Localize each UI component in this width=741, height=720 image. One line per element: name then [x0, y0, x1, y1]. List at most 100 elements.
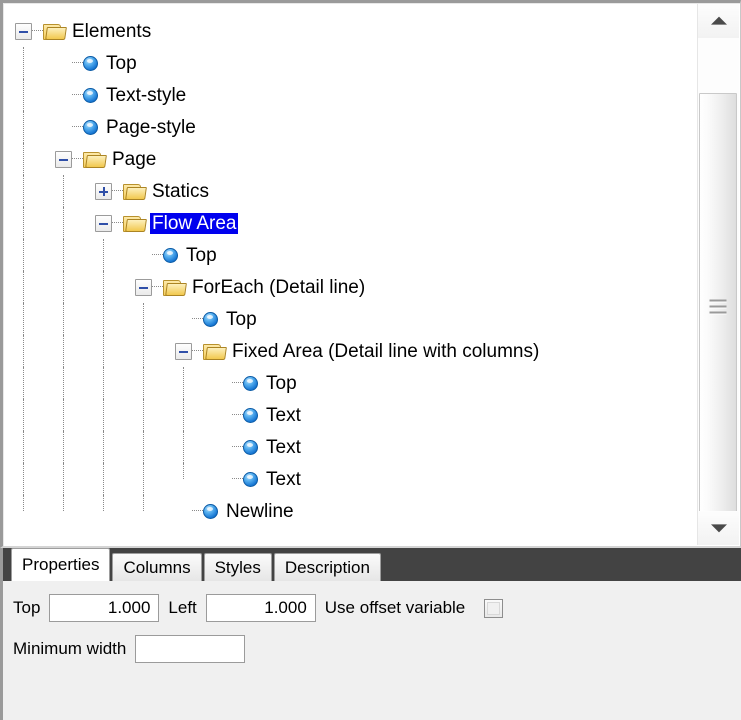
tree-guide-line	[63, 271, 65, 303]
scroll-down-button[interactable]	[698, 511, 739, 545]
tree-node-label: Top	[186, 244, 217, 266]
use-offset-variable-label: Use offset variable	[324, 598, 466, 617]
tree-node[interactable]: Page-style	[3, 111, 696, 143]
tree-node-label: Page	[112, 148, 157, 170]
tab-properties[interactable]: Properties	[11, 548, 111, 581]
tree-guide-line	[143, 431, 145, 463]
tree-node-label: Page-style	[106, 116, 196, 138]
tree-node[interactable]: Statics	[3, 175, 696, 207]
blue-sphere-icon	[163, 247, 178, 263]
tree-guide-line	[143, 399, 145, 431]
expand-node-icon[interactable]	[95, 182, 112, 200]
tree-node-list: Elements Top Text-style Page-style Page Stati…	[3, 3, 696, 527]
tree-guide-line	[23, 111, 25, 143]
tree-guide-line	[103, 431, 105, 463]
blue-sphere-icon	[243, 375, 258, 391]
tab-label: Properties	[22, 555, 100, 574]
tree-guide-line	[23, 303, 25, 335]
tree-guide-line	[23, 367, 25, 399]
tree-guide-line	[23, 47, 25, 79]
tree-guide-line	[103, 271, 105, 303]
tree-connector-line	[152, 286, 163, 288]
tab-columns[interactable]: Columns	[112, 553, 202, 581]
tree-guide-line	[63, 207, 65, 239]
tree-node[interactable]: Text	[3, 399, 696, 431]
tree-guide-line	[23, 399, 25, 431]
tree-connector-line	[232, 446, 243, 448]
left-input[interactable]: 1.000	[205, 594, 316, 622]
tree-node-label: Elements	[72, 20, 152, 42]
tree-node-label: Top	[106, 52, 137, 74]
tree-guide-line	[143, 495, 145, 511]
tree-guide-line	[103, 303, 105, 335]
left-label: Left	[168, 598, 197, 617]
tree-guide-line	[103, 335, 105, 367]
report-designer-window: Elements Top Text-style Page-style Page Stati…	[0, 0, 741, 720]
tree-node-label: Fixed Area (Detail line with columns)	[232, 340, 540, 362]
use-offset-variable-checkbox[interactable]	[484, 598, 504, 618]
collapse-node-icon[interactable]	[15, 22, 32, 40]
tree-node[interactable]: Top	[3, 367, 696, 399]
tree-guide-line	[63, 175, 65, 207]
tree-node-label: ForEach (Detail line)	[192, 276, 366, 298]
tab-styles[interactable]: Styles	[203, 553, 272, 581]
collapse-node-icon[interactable]	[175, 342, 192, 360]
collapse-node-icon[interactable]	[55, 150, 72, 168]
minimum-width-label: Minimum width	[13, 639, 127, 658]
tree-node[interactable]: Fixed Area (Detail line with columns)	[3, 335, 696, 367]
tree-vertical-scrollbar[interactable]	[697, 4, 739, 545]
tree-guide-line	[103, 495, 105, 511]
tree-guide-line	[103, 367, 105, 399]
tree-node-label: Text-style	[106, 84, 187, 106]
properties-pane: Properties Columns Styles Description Top 1…	[0, 548, 741, 720]
tree-guide-line	[143, 367, 145, 399]
scrollbar-thumb[interactable]	[699, 93, 737, 521]
tree-node[interactable]: Text	[3, 463, 696, 495]
tree-connector-line	[32, 30, 43, 32]
tree-guide-line	[103, 463, 105, 495]
tree-guide-line	[183, 399, 185, 431]
scroll-up-button[interactable]	[698, 4, 739, 38]
tree-guide-line	[63, 463, 65, 495]
tree-node[interactable]: Newline	[3, 495, 696, 527]
tree-guide-line	[143, 463, 145, 495]
tree-guide-line	[103, 399, 105, 431]
tree-node[interactable]: Page	[3, 143, 696, 175]
tree-guide-line	[103, 239, 105, 271]
tree-guide-line	[23, 239, 25, 271]
minimum-width-input[interactable]	[135, 635, 246, 663]
tree-node[interactable]: Text-style	[3, 79, 696, 111]
tree-guide-line	[63, 495, 65, 511]
tree-guide-line	[23, 79, 25, 111]
tree-scroll-viewport: Elements Top Text-style Page-style Page Stati…	[3, 3, 696, 546]
tree-node[interactable]: ForEach (Detail line)	[3, 271, 696, 303]
tree-node[interactable]: Top	[3, 47, 696, 79]
collapse-node-icon[interactable]	[95, 214, 112, 232]
tree-node[interactable]: Flow Area	[3, 207, 696, 239]
tree-node[interactable]: Top	[3, 303, 696, 335]
tree-node[interactable]: Elements	[3, 15, 696, 47]
top-input[interactable]: 1.000	[49, 594, 160, 622]
tree-guide-line	[23, 175, 25, 207]
tree-connector-line	[232, 478, 243, 480]
tree-node[interactable]: Text	[3, 431, 696, 463]
tree-connector-line	[112, 222, 123, 224]
tree-guide-line	[23, 207, 25, 239]
blue-sphere-icon	[243, 407, 258, 423]
folder-icon	[203, 342, 227, 360]
tab-description[interactable]: Description	[273, 553, 381, 581]
tree-guide-line	[63, 399, 65, 431]
tree-node-label: Statics	[152, 180, 210, 202]
tree-guide-line	[183, 431, 185, 463]
folder-icon	[163, 278, 187, 296]
tree-node-label: Top	[266, 372, 297, 394]
folder-icon	[43, 22, 67, 40]
scroll-up-arrow-icon	[710, 16, 727, 25]
tree-node[interactable]: Top	[3, 239, 696, 271]
collapse-node-icon[interactable]	[135, 278, 152, 296]
tree-guide-line	[63, 367, 65, 399]
tree-guide-line	[63, 239, 65, 271]
properties-tab-content: Top 1.000 Left 1.000 Use offset variable…	[3, 581, 741, 720]
blue-sphere-icon	[83, 87, 98, 103]
tab-label: Styles	[214, 557, 261, 577]
